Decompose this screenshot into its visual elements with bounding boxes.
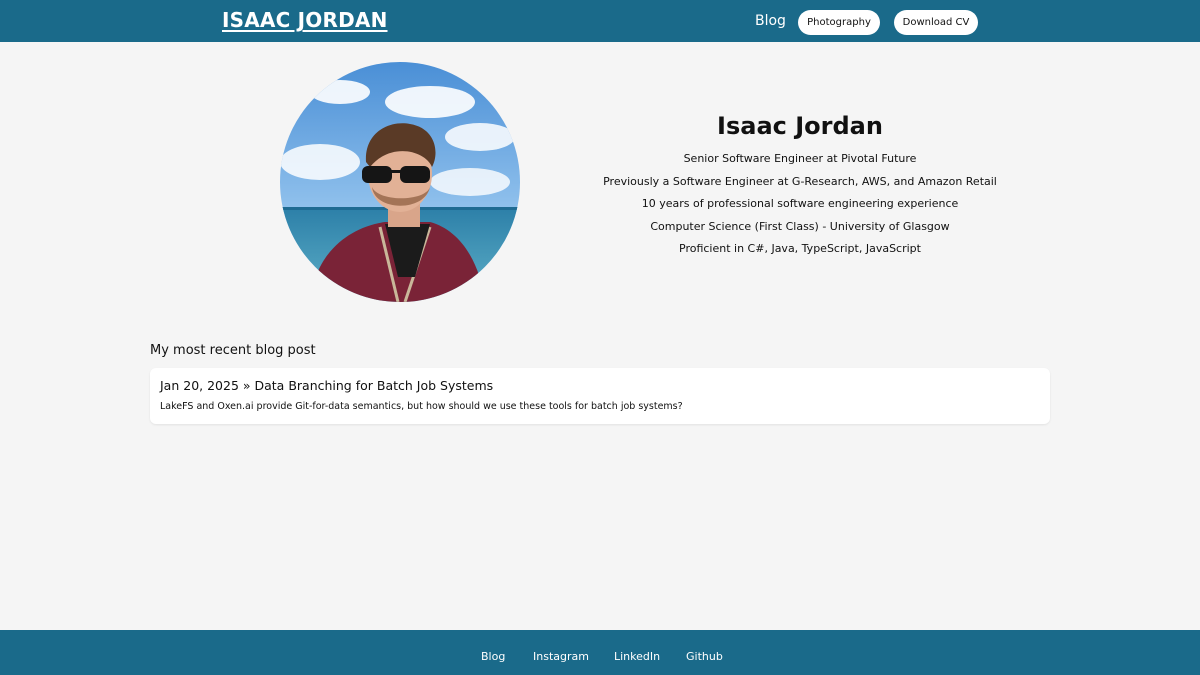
site-header: ISAAC JORDAN Blog Photography Download C…	[0, 0, 1200, 42]
profile-current-role: Senior Software Engineer at Pivotal Futu…	[683, 152, 917, 165]
download-cv-button[interactable]: Download CV	[894, 10, 978, 35]
profile-summary: Isaac Jordan Senior Software Engineer at…	[600, 112, 1000, 261]
photography-button[interactable]: Photography	[798, 10, 880, 35]
profile-previous-roles: Previously a Software Engineer at G-Rese…	[603, 174, 997, 188]
profile-name: Isaac Jordan	[717, 112, 883, 140]
profile-education: Computer Science (First Class) - Univers…	[650, 219, 950, 233]
footer-github-link[interactable]: Github	[686, 650, 723, 663]
site-brand-link[interactable]: ISAAC JORDAN	[222, 8, 388, 32]
nav-blog-link[interactable]: Blog	[755, 13, 786, 29]
profile-photo	[280, 62, 520, 302]
recent-post-description: LakeFS and Oxen.ai provide Git-for-data …	[160, 401, 683, 412]
footer-blog-link[interactable]: Blog	[481, 650, 505, 663]
recent-post-title-link[interactable]: Jan 20, 2025 » Data Branching for Batch …	[160, 378, 493, 393]
recent-post-heading: My most recent blog post	[150, 343, 316, 358]
profile-skills: Proficient in C#, Java, TypeScript, Java…	[679, 242, 921, 255]
recent-post-card[interactable]: Jan 20, 2025 » Data Branching for Batch …	[150, 368, 1050, 424]
footer-linkedin-link[interactable]: LinkedIn	[614, 650, 660, 663]
profile-experience: 10 years of professional software engine…	[641, 197, 959, 210]
footer-instagram-link[interactable]: Instagram	[533, 650, 589, 663]
site-footer: Blog Instagram LinkedIn Github	[0, 630, 1200, 675]
